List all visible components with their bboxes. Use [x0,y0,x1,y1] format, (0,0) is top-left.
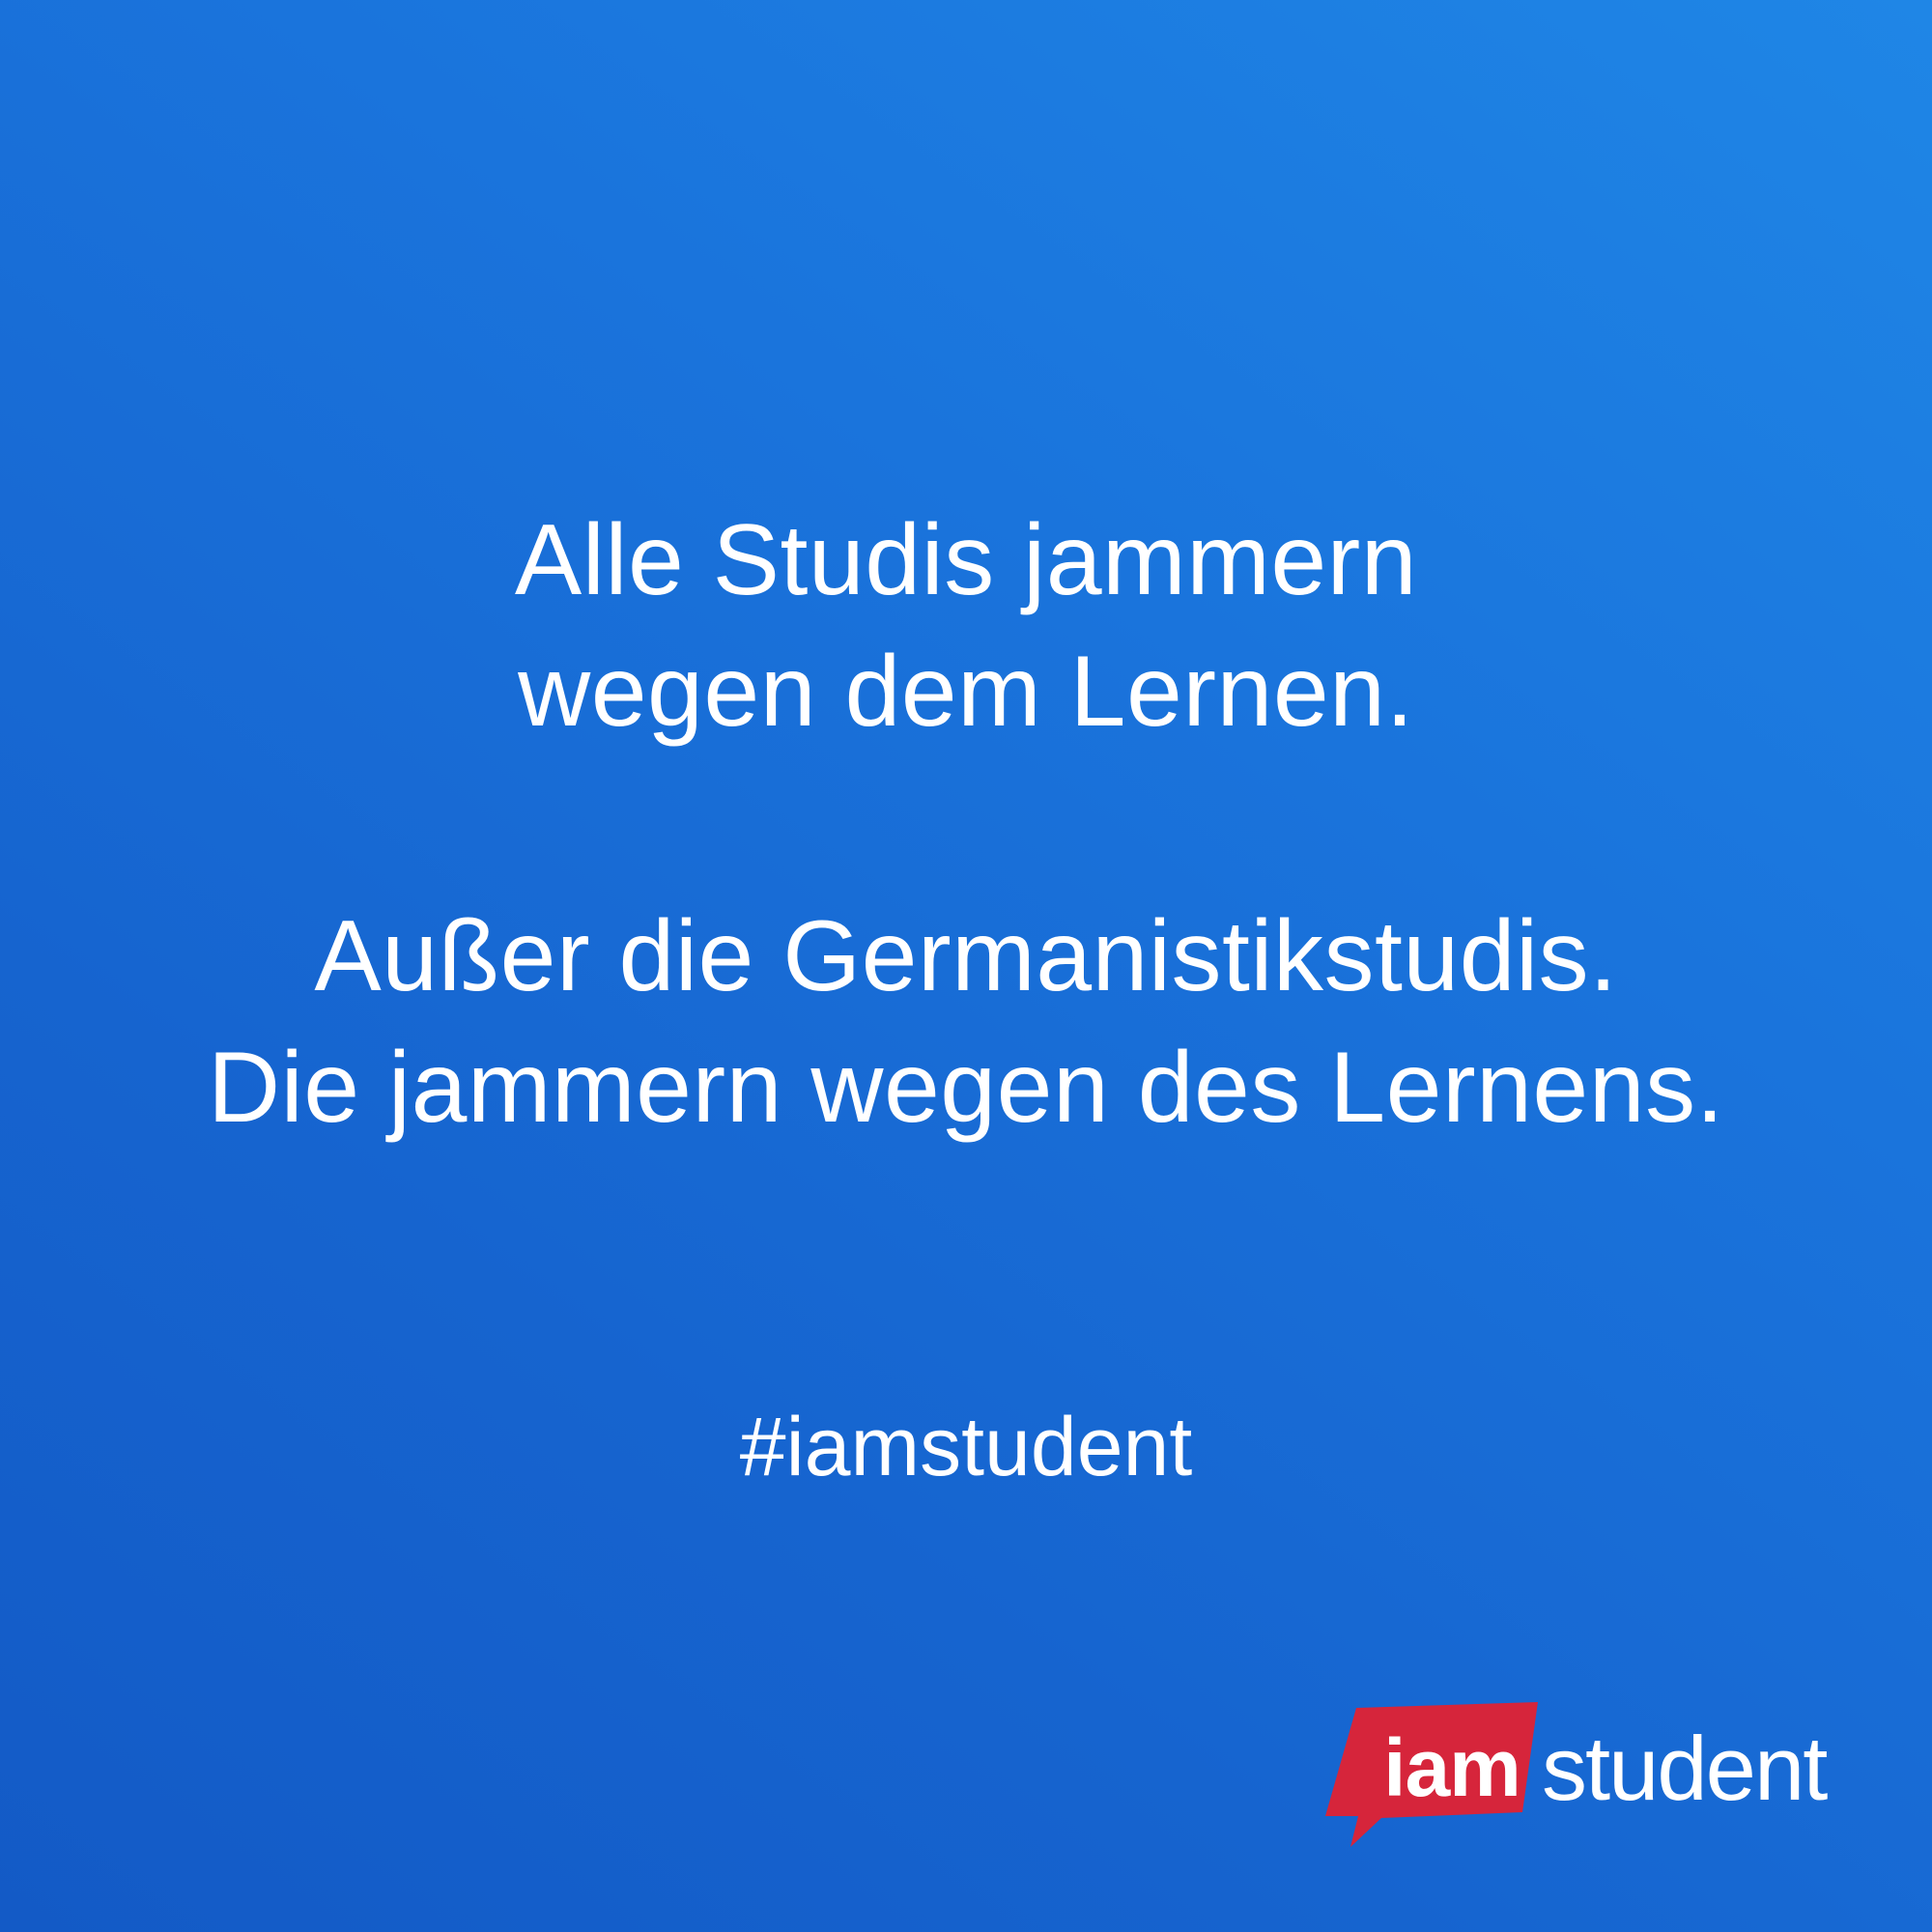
message-line: Alle Studis jammern [514,504,1418,616]
message-line: Die jammern wegen des Lernens. [207,1032,1725,1144]
message-line: wegen dem Lernen. [518,636,1414,748]
message-block-1: Alle Studis jammern wegen dem Lernen. [0,495,1932,757]
logo-student-text: student [1542,1718,1828,1819]
logo-iam-text: iam [1383,1722,1521,1813]
hashtag: #iamstudent [739,1401,1193,1493]
iamstudent-logo: iam student [1321,1702,1833,1857]
message-line: Außer die Germanistikstudis. [314,900,1618,1012]
post-background: Alle Studis jammern wegen dem Lernen. Au… [0,0,1932,1932]
message-block-2: Außer die Germanistikstudis. Die jammern… [0,891,1932,1153]
